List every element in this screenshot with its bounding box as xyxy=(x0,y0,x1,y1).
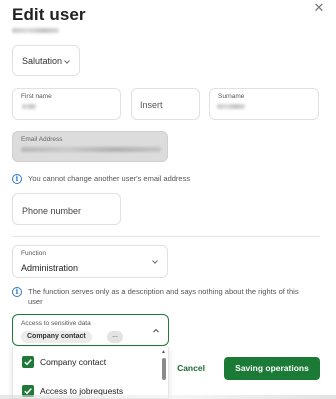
cancel-button[interactable]: Cancel xyxy=(176,361,206,375)
edit-user-dialog: Edit user ✕ Salutation First name Insert… xyxy=(0,0,336,399)
scrollbar[interactable]: ▲ xyxy=(161,349,167,397)
email-label: Email Address xyxy=(21,136,63,143)
section-divider xyxy=(12,236,320,237)
scrollbar-thumb[interactable] xyxy=(162,358,166,380)
salutation-placeholder: Salutation xyxy=(22,56,63,66)
insert-field[interactable]: Insert xyxy=(131,88,200,120)
access-options-list: Company contact Access to jobrequests ▲ xyxy=(12,347,169,399)
salutation-select[interactable]: Salutation xyxy=(12,45,80,76)
phone-number-field[interactable]: Phone number xyxy=(12,193,121,225)
function-info-text: The function serves only as a descriptio… xyxy=(28,287,299,306)
chevron-down-icon xyxy=(64,60,70,64)
phone-placeholder: Phone number xyxy=(22,206,82,216)
first-name-value-redacted xyxy=(22,104,36,109)
function-select[interactable]: Function Administration xyxy=(12,245,168,278)
email-info-note: i You cannot change another user's email… xyxy=(12,174,312,184)
first-name-field[interactable]: First name xyxy=(12,88,121,120)
surname-label: Surname xyxy=(218,93,245,100)
info-icon: i xyxy=(12,287,22,297)
info-icon: i xyxy=(12,174,22,184)
scroll-up-arrow-icon[interactable]: ▲ xyxy=(161,349,166,355)
dialog-title: Edit user xyxy=(12,5,86,24)
surname-field[interactable]: Surname xyxy=(209,88,319,120)
chevron-up-icon xyxy=(153,328,159,333)
insert-placeholder: Insert xyxy=(140,100,163,110)
access-label: Access to sensitive data xyxy=(21,320,91,327)
checkbox-checked[interactable] xyxy=(22,356,34,368)
more-selected-badge[interactable]: ... xyxy=(107,331,123,343)
save-button[interactable]: Saving operations xyxy=(224,357,320,380)
selected-chip: Company contact xyxy=(21,331,92,343)
check-icon xyxy=(24,359,32,366)
function-info-note: i The function serves only as a descript… xyxy=(12,287,312,307)
user-name-redacted xyxy=(12,28,59,33)
function-label: Function xyxy=(21,250,46,257)
option-label: Company contact xyxy=(40,357,107,367)
option-company-contact[interactable]: Company contact xyxy=(22,356,106,368)
background-page-strip xyxy=(0,395,336,399)
surname-value-redacted xyxy=(217,104,245,109)
sensitive-data-access-select[interactable]: Access to sensitive data Company contact… xyxy=(12,314,169,346)
email-field: Email Address xyxy=(12,131,168,162)
email-info-text: You cannot change another user's email a… xyxy=(28,174,191,183)
email-value-redacted xyxy=(21,147,161,152)
close-icon[interactable]: ✕ xyxy=(313,1,325,14)
function-value: Administration xyxy=(21,263,79,273)
first-name-label: First name xyxy=(21,93,52,100)
chevron-down-icon xyxy=(152,260,158,264)
